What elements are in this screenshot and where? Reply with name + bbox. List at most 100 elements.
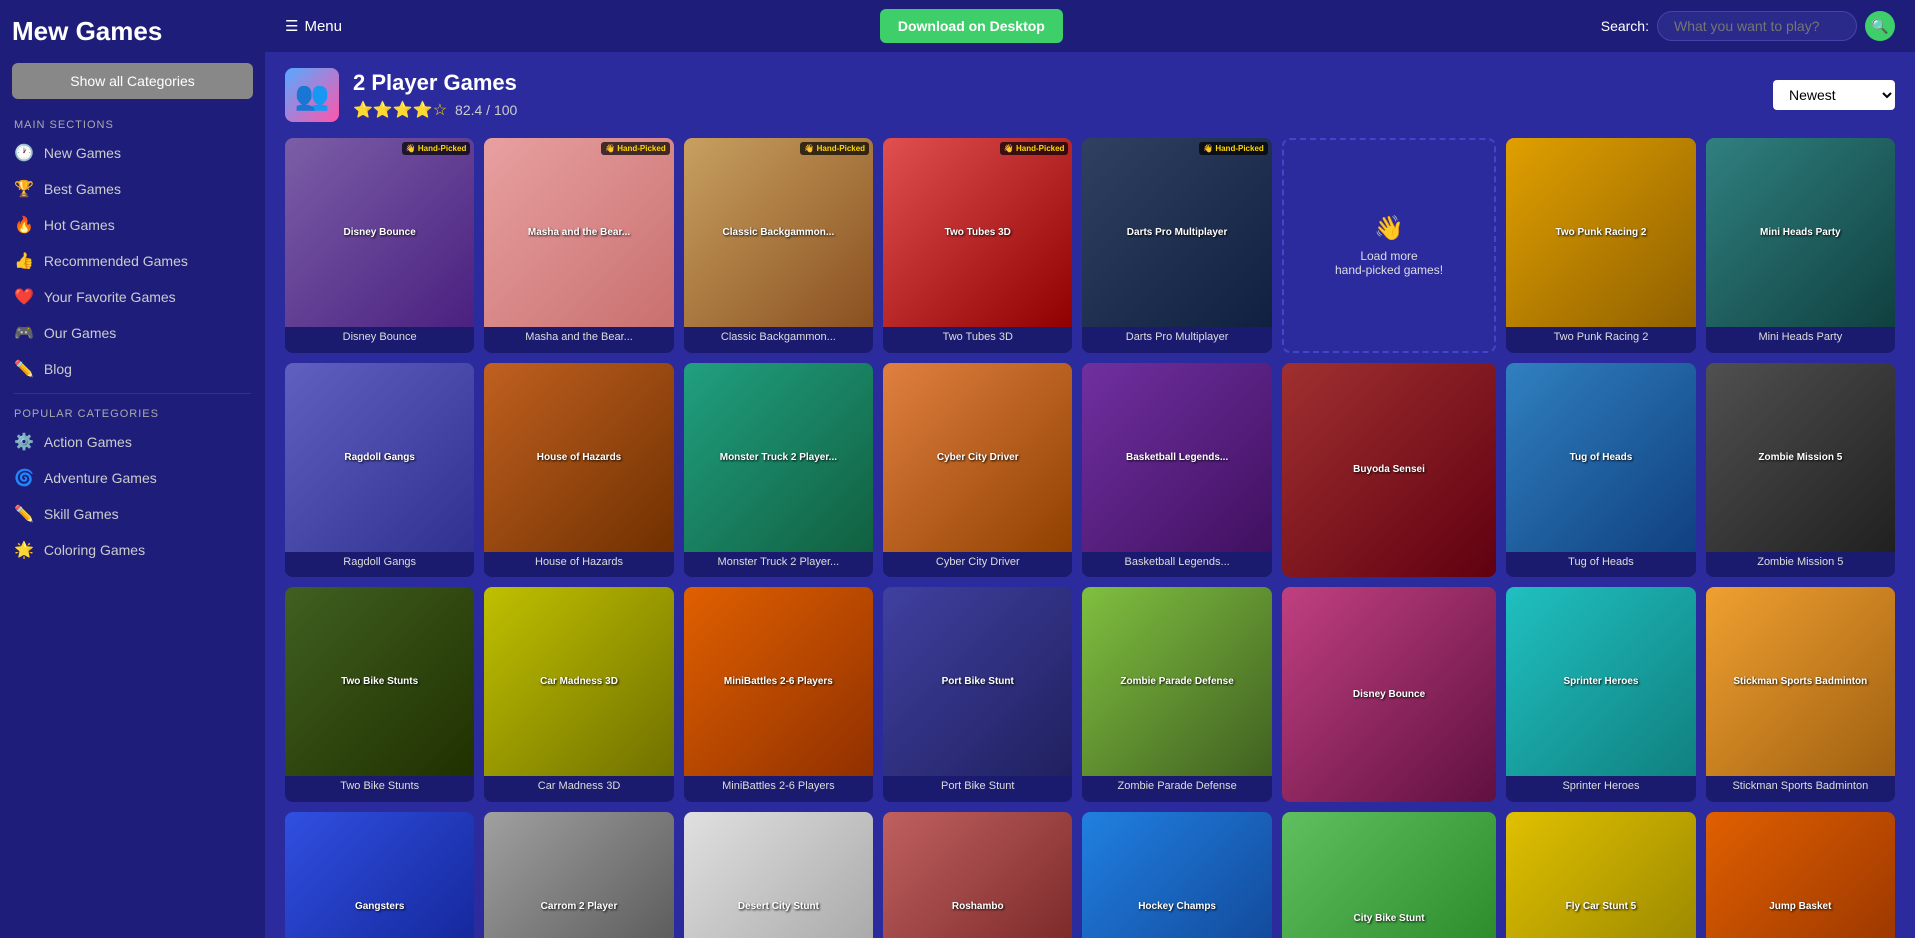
game-card-zombie-parade[interactable]: Zombie Parade DefenseZombie Parade Defen…: [1082, 587, 1271, 802]
game-thumb-title-zombie-mission-5: Zombie Mission 5: [1754, 448, 1846, 467]
best-games-label: Best Games: [44, 181, 121, 197]
load-more-text: Load more hand-picked games!: [1335, 249, 1443, 277]
sidebar-item-adventure-games[interactable]: 🌀 Adventure Games: [0, 460, 265, 496]
game-thumb-title-monster-truck-2: Monster Truck 2 Player...: [716, 448, 841, 467]
game-card-disney-bounce[interactable]: 👋 Hand-PickedDisney BounceDisney Bounce: [285, 138, 474, 353]
game-card-fly-car-stunt-5[interactable]: Fly Car Stunt 5Fly Car Stunt 5: [1506, 812, 1695, 938]
game-thumb-title-ragdoll-gangs: Ragdoll Gangs: [340, 448, 419, 467]
recommended-games-label: Recommended Games: [44, 253, 188, 269]
game-thumb-title-two-bike-stunts: Two Bike Stunts: [337, 672, 422, 691]
sidebar-item-action-games[interactable]: ⚙️ Action Games: [0, 424, 265, 460]
game-card-two-punk-racing[interactable]: Two Punk Racing 2Two Punk Racing 2: [1506, 138, 1695, 353]
game-card-basketball-legends[interactable]: Basketball Legends...Basketball Legends.…: [1082, 363, 1271, 578]
game-label-zombie-mission-5: Zombie Mission 5: [1706, 552, 1895, 574]
topbar: ☰ Menu Download on Desktop Search: 🔍: [265, 0, 1915, 52]
game-thumb-title-darts-pro: Darts Pro Multiplayer: [1123, 223, 1232, 242]
game-thumb-title-tug-of-heads: Tug of Heads: [1566, 448, 1637, 467]
game-label-basketball-legends: Basketball Legends...: [1082, 552, 1271, 574]
game-card-ragdoll-gangs[interactable]: Ragdoll Gangs Ragdoll Gangs: [285, 363, 474, 578]
search-button[interactable]: 🔍: [1865, 11, 1895, 41]
coloring-games-icon: 🌟: [14, 540, 34, 560]
game-card-darts-pro[interactable]: 👋 Hand-PickedDarts Pro MultiplayerDarts …: [1082, 138, 1271, 353]
game-card-mini-heads-party[interactable]: Mini Heads PartyMini Heads Party: [1706, 138, 1895, 353]
game-card-tug-of-heads[interactable]: Tug of HeadsTug of Heads: [1506, 363, 1695, 578]
game-label-two-bike-stunts: Two Bike Stunts: [285, 776, 474, 798]
game-thumb-title-disney-bounce: Disney Bounce: [340, 223, 420, 242]
search-label: Search:: [1601, 18, 1649, 34]
game-label-zombie-parade: Zombie Parade Defense: [1082, 776, 1271, 798]
hand-picked-badge: 👋 Hand-Picked: [1000, 142, 1069, 155]
sidebar-item-your-favorite-games[interactable]: ❤️ Your Favorite Games: [0, 279, 265, 315]
sidebar-item-recommended-games[interactable]: 👍 Recommended Games: [0, 243, 265, 279]
game-thumb-title-two-punk-racing: Two Punk Racing 2: [1551, 223, 1650, 242]
game-thumb-title-masha-bear: Masha and the Bear...: [524, 223, 634, 242]
game-card-classic-backgammon[interactable]: 👋 Hand-Picked Classic Backgammon... Classi…: [684, 138, 873, 353]
game-label-port-bike-stunt: Port Bike Stunt: [883, 776, 1072, 798]
menu-label: Menu: [304, 18, 342, 35]
game-thumb-title-desert-city-stunt: Desert City Stunt: [734, 897, 823, 916]
game-thumb-title-jump-basket: Jump Basket: [1765, 897, 1835, 916]
sidebar-item-coloring-games[interactable]: 🌟 Coloring Games: [0, 532, 265, 568]
game-card-disney-bounce-2[interactable]: Disney BounceDisney Bounce: [1282, 587, 1497, 802]
game-card-desert-city-stunt[interactable]: Desert City StuntDesert City Stunt: [684, 812, 873, 938]
sidebar-item-best-games[interactable]: 🏆 Best Games: [0, 171, 265, 207]
download-desktop-button[interactable]: Download on Desktop: [880, 9, 1063, 43]
sidebar-main-items: 🕐 New Games 🏆 Best Games 🔥 Hot Games 👍 R…: [0, 135, 265, 387]
game-label-monster-truck-2: Monster Truck 2 Player...: [684, 552, 873, 574]
sidebar-item-our-games[interactable]: 🎮 Our Games: [0, 315, 265, 351]
game-card-carrom-2-player[interactable]: Carrom 2 PlayerCarrom 2 Player: [484, 812, 673, 938]
game-label-ragdoll-gangs: Ragdoll Gangs: [285, 552, 474, 574]
game-card-monster-truck-2[interactable]: Monster Truck 2 Player... Monster Truck 2…: [684, 363, 873, 578]
game-card-port-bike-stunt[interactable]: Port Bike Stunt Port Bike Stunt: [883, 587, 1072, 802]
game-card-house-of-hazards[interactable]: House of HazardsHouse of Hazards: [484, 363, 673, 578]
sidebar-item-hot-games[interactable]: 🔥 Hot Games: [0, 207, 265, 243]
load-more-button[interactable]: 👋 Load more hand-picked games!: [1282, 138, 1497, 353]
game-card-stickman-sports[interactable]: Stickman Sports BadmintonStickman Sports…: [1706, 587, 1895, 802]
search-input[interactable]: [1657, 11, 1857, 41]
new-games-icon: 🕐: [14, 143, 34, 163]
game-card-two-bike-stunts[interactable]: Two Bike Stunts Two Bike Stunts: [285, 587, 474, 802]
game-card-gangsters[interactable]: GangstersGangsters: [285, 812, 474, 938]
game-thumb-title-carrom-2-player: Carrom 2 Player: [537, 897, 622, 916]
game-card-sprinter-heroes[interactable]: Sprinter HeroesSprinter Heroes: [1506, 587, 1695, 802]
game-label-classic-backgammon: Classic Backgammon...: [684, 327, 873, 349]
hand-picked-badge: 👋 Hand-Picked: [601, 142, 670, 155]
game-label-cyber-city-driver: Cyber City Driver: [883, 552, 1072, 574]
game-card-jump-basket[interactable]: Jump BasketJump Basket: [1706, 812, 1895, 938]
sidebar-divider: [14, 393, 251, 394]
our-games-label: Our Games: [44, 325, 116, 341]
game-card-zombie-mission-5[interactable]: Zombie Mission 5 Zombie Mission 5: [1706, 363, 1895, 578]
sidebar-item-new-games[interactable]: 🕐 New Games: [0, 135, 265, 171]
sort-select[interactable]: NewestMost PlayedTop Rated: [1773, 80, 1895, 110]
sidebar-item-blog[interactable]: ✏️ Blog: [0, 351, 265, 387]
best-games-icon: 🏆: [14, 179, 34, 199]
sidebar-logo: Mew Games: [0, 0, 265, 55]
game-card-masha-bear[interactable]: 👋 Hand-Picked Masha and the Bear... Masha …: [484, 138, 673, 353]
sidebar: Mew Games Show all Categories MAIN SECTI…: [0, 0, 265, 938]
our-games-icon: 🎮: [14, 323, 34, 343]
game-card-city-bike-stunt[interactable]: City Bike StuntCity Bike Stunt: [1282, 812, 1497, 938]
menu-button[interactable]: ☰ Menu: [285, 17, 342, 35]
game-thumb-title-sprinter-heroes: Sprinter Heroes: [1559, 672, 1642, 691]
game-card-roshambo[interactable]: RoshamboRoshambo: [883, 812, 1072, 938]
game-label-masha-bear: Masha and the Bear...: [484, 327, 673, 349]
game-thumb-title-car-madness-3d: Car Madness 3D: [536, 672, 622, 691]
game-card-car-madness-3d[interactable]: Car Madness 3DCar Madness 3D: [484, 587, 673, 802]
hand-icon: 👋: [1374, 214, 1404, 243]
category-icon: 👥: [285, 68, 339, 122]
game-thumb-title-port-bike-stunt: Port Bike Stunt: [938, 672, 1018, 691]
game-card-cyber-city-driver[interactable]: Cyber City DriverCyber City Driver: [883, 363, 1072, 578]
sidebar-item-skill-games[interactable]: ✏️ Skill Games: [0, 496, 265, 532]
game-card-hockey-champs[interactable]: Hockey ChampsHockey Champs: [1082, 812, 1271, 938]
game-card-buyoda-sensei[interactable]: Buyoda SenseiBuyoda Sensei: [1282, 363, 1497, 578]
game-label-mini-heads-party: Mini Heads Party: [1706, 327, 1895, 349]
your-favorite-games-icon: ❤️: [14, 287, 34, 307]
show-all-categories-button[interactable]: Show all Categories: [12, 63, 253, 99]
hot-games-icon: 🔥: [14, 215, 34, 235]
game-thumb-title-minibattles: MiniBattles 2-6 Players: [720, 672, 837, 691]
search-area: Search: 🔍: [1601, 11, 1895, 41]
game-card-minibattles[interactable]: MiniBattles 2-6 PlayersMiniBattles 2-6 P…: [684, 587, 873, 802]
game-thumb-title-classic-backgammon: Classic Backgammon...: [719, 223, 839, 242]
hand-picked-badge: 👋 Hand-Picked: [800, 142, 869, 155]
game-card-two-tubes-3d[interactable]: 👋 Hand-PickedTwo Tubes 3DTwo Tubes 3D: [883, 138, 1072, 353]
